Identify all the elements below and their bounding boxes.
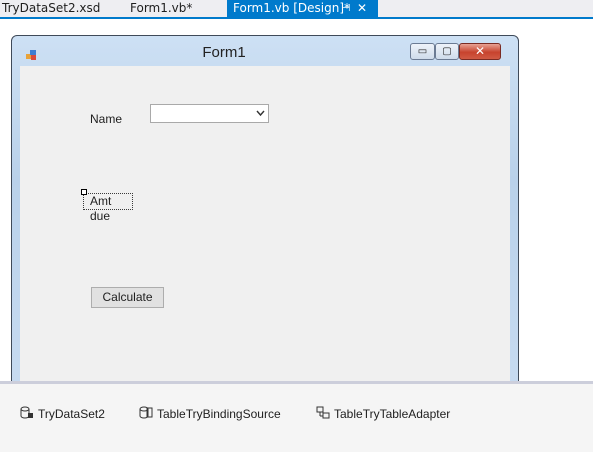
tab-trydataset2-xsd[interactable]: TryDataSet2.xsd	[0, 0, 126, 17]
tab-form1-design[interactable]: Form1.vb [Design]* ⊣ ✕	[227, 0, 378, 17]
form-icon	[26, 50, 36, 60]
tab-label: Form1.vb*	[130, 1, 193, 15]
tray-item-tabletrytableadapter[interactable]: TableTryTableAdapter	[316, 406, 450, 422]
name-combobox[interactable]	[150, 104, 269, 123]
chevron-down-icon	[256, 110, 265, 117]
form-window[interactable]: Form1 ▭ ▢ ✕ Name Amt due Calculate	[11, 35, 519, 396]
binding-source-icon	[139, 406, 153, 419]
calculate-button[interactable]: Calculate	[91, 287, 164, 308]
maximize-icon: ▢	[442, 46, 452, 57]
component-tray: TryDataSet2 TableTryBindingSource TableT…	[0, 384, 593, 452]
tray-item-trydataset2[interactable]: TryDataSet2	[20, 406, 105, 422]
tray-item-label: TableTryTableAdapter	[334, 407, 451, 421]
minimize-button[interactable]: ▭	[410, 43, 435, 60]
form-title: Form1	[202, 44, 246, 61]
form-client-area[interactable]: Name Amt due Calculate	[20, 66, 510, 396]
tab-form1-vb[interactable]: Form1.vb*	[130, 0, 220, 17]
tray-item-label: TryDataSet2	[38, 407, 105, 421]
tab-label: TryDataSet2.xsd	[2, 1, 101, 15]
table-adapter-icon	[316, 406, 330, 419]
tab-label: Form1.vb [Design]*	[233, 1, 351, 15]
pin-icon[interactable]: ⊣	[340, 0, 352, 17]
name-label[interactable]: Name	[90, 112, 122, 126]
document-tab-strip: TryDataSet2.xsd Form1.vb* Form1.vb [Desi…	[0, 0, 593, 17]
amt-due-label[interactable]: Amt due	[83, 193, 133, 223]
visual-studio-designer: TryDataSet2.xsd Form1.vb* Form1.vb [Desi…	[0, 0, 593, 452]
selection-grip-handle[interactable]	[81, 189, 87, 195]
close-button[interactable]: ✕	[459, 43, 501, 60]
maximize-button[interactable]: ▢	[435, 43, 459, 60]
close-icon[interactable]: ✕	[356, 0, 368, 17]
tray-item-tabletrybindingsource[interactable]: TableTryBindingSource	[139, 406, 281, 422]
minimize-icon: ▭	[417, 46, 428, 57]
dataset-icon	[20, 406, 33, 419]
close-icon: ✕	[474, 44, 486, 58]
tray-item-label: TableTryBindingSource	[157, 407, 281, 421]
